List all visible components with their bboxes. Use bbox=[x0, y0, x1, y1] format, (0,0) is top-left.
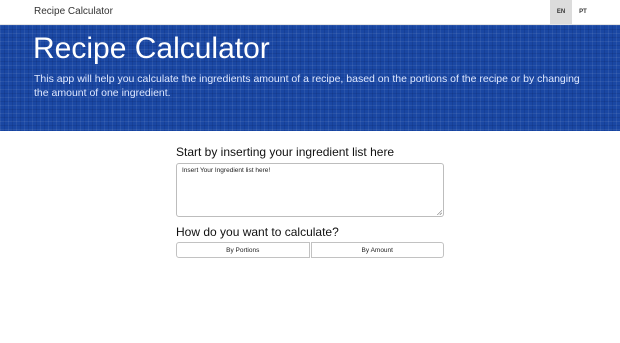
navbar-brand[interactable]: Recipe Calculator bbox=[34, 0, 113, 24]
hero-banner: Recipe Calculator This app will help you… bbox=[0, 25, 620, 131]
calculation-method-heading: How do you want to calculate? bbox=[176, 225, 339, 239]
ingredient-list-heading: Start by inserting your ingredient list … bbox=[176, 145, 395, 159]
language-en-button[interactable]: EN bbox=[550, 0, 572, 24]
navbar: Recipe Calculator EN PT bbox=[0, 0, 620, 25]
ingredient-list-input[interactable] bbox=[176, 163, 444, 217]
calculation-method-buttons: By Portions By Amount bbox=[176, 242, 444, 258]
by-portions-button[interactable]: By Portions bbox=[176, 242, 310, 258]
hero-title: Recipe Calculator bbox=[33, 32, 270, 65]
hero-description: This app will help you calculate the ing… bbox=[34, 73, 580, 99]
by-amount-button[interactable]: By Amount bbox=[310, 242, 444, 258]
language-pt-button[interactable]: PT bbox=[572, 0, 594, 24]
